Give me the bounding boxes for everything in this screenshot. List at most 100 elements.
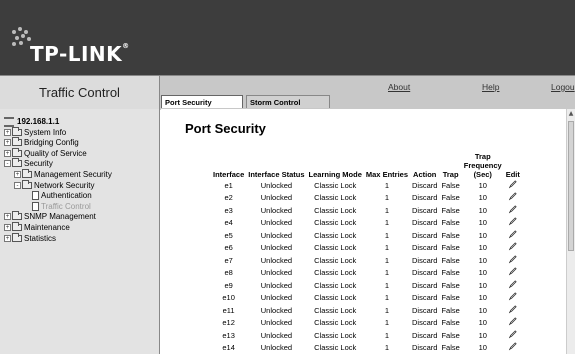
collapse-icon[interactable]: -: [4, 160, 11, 168]
table-cell: Classic Lock: [314, 330, 357, 340]
sidebar-item[interactable]: 192.168.1.1: [4, 116, 59, 127]
pencil-icon[interactable]: [508, 330, 517, 339]
table-cell: 1: [384, 280, 390, 290]
sidebar-item[interactable]: + System Info: [4, 126, 67, 138]
table-row: e3 Unlocked Classic Lock 1 Discard False 10: [211, 204, 522, 217]
edit-cell: [504, 179, 522, 192]
expand-icon[interactable]: +: [4, 128, 11, 136]
sidebar-item-label: Quality of Service: [24, 148, 87, 158]
scrollbar-thumb[interactable]: [568, 121, 574, 251]
pencil-icon[interactable]: [508, 255, 517, 264]
column-header: Trap: [442, 170, 459, 179]
table-cell: Unlocked: [260, 255, 293, 265]
pencil-icon[interactable]: [508, 342, 517, 351]
table-row: e8 Unlocked Classic Lock 1 Discard False 10: [211, 267, 522, 280]
table-cell: e9: [224, 280, 233, 290]
tab-port-security[interactable]: Port Security: [161, 95, 243, 108]
edit-cell: [504, 317, 522, 330]
pencil-icon[interactable]: [508, 292, 517, 301]
sidebar-item-label: Authentication: [41, 191, 92, 201]
folder-icon: [12, 137, 22, 147]
table-cell: Unlocked: [260, 343, 293, 353]
pencil-icon[interactable]: [508, 217, 517, 226]
table-cell: e5: [224, 230, 233, 240]
table-cell: Classic Lock: [314, 318, 357, 328]
expand-icon[interactable]: +: [4, 234, 11, 242]
expand-icon[interactable]: +: [4, 213, 11, 221]
sidebar-item[interactable]: - Network Security: [14, 179, 94, 191]
expand-icon[interactable]: +: [4, 149, 11, 157]
table-cell: Discard: [412, 293, 438, 303]
folder-icon: [12, 126, 22, 136]
edit-cell: [504, 267, 522, 280]
expand-icon[interactable]: +: [4, 139, 11, 147]
pencil-icon[interactable]: [508, 230, 517, 239]
pencil-icon[interactable]: [508, 317, 517, 326]
sidebar-item[interactable]: + Statistics: [4, 232, 56, 244]
column-header: Edit: [505, 170, 520, 179]
expand-icon[interactable]: +: [14, 171, 21, 178]
table-cell: 1: [384, 293, 390, 303]
table-cell: 10: [478, 243, 487, 253]
logout-link[interactable]: Logou: [551, 82, 575, 92]
table-row: e4 Unlocked Classic Lock 1 Discard False 10: [211, 217, 522, 230]
edit-cell: [504, 329, 522, 342]
help-link[interactable]: Help: [482, 82, 499, 92]
column-header: Action: [413, 170, 437, 179]
sidebar-item-label: System Info: [24, 127, 67, 137]
table-cell: Discard: [412, 205, 438, 215]
table-cell: Classic Lock: [314, 268, 357, 278]
edit-cell: [504, 204, 522, 217]
sidebar-item[interactable]: - Security: [4, 158, 53, 169]
sidebar-item[interactable]: + Maintenance: [4, 222, 70, 233]
about-link[interactable]: About: [388, 82, 410, 92]
table-cell: 10: [478, 218, 487, 228]
table-cell: False: [441, 205, 460, 215]
table-cell: 1: [384, 218, 390, 228]
folder-icon: [12, 147, 22, 157]
table-cell: e11: [222, 305, 235, 315]
table-cell: Unlocked: [260, 230, 293, 240]
table-cell: Unlocked: [260, 280, 293, 290]
tab-storm-control[interactable]: Storm Control: [246, 95, 330, 108]
table-cell: 10: [478, 193, 487, 203]
table-cell: False: [441, 230, 460, 240]
scroll-up-arrow-icon[interactable]: ▲: [568, 110, 574, 118]
pencil-icon[interactable]: [508, 280, 517, 289]
vertical-scrollbar[interactable]: ▲: [566, 109, 575, 354]
table-cell: e10: [222, 293, 235, 303]
table-cell: Discard: [412, 343, 438, 353]
table-cell: Unlocked: [260, 193, 293, 203]
sidebar-item-label: Traffic Control: [41, 201, 91, 211]
sidebar-item[interactable]: + SNMP Management: [4, 211, 96, 222]
sidebar-item[interactable]: + Bridging Config: [4, 137, 79, 148]
table-cell: False: [441, 268, 460, 278]
expand-icon[interactable]: +: [4, 224, 11, 231]
folder-icon: [12, 222, 22, 231]
table-cell: False: [441, 255, 460, 265]
table-cell: Classic Lock: [314, 255, 357, 265]
table-cell: Discard: [412, 255, 438, 265]
table-cell: 10: [478, 268, 487, 278]
sidebar-item[interactable]: Traffic Control: [24, 201, 91, 212]
pencil-icon[interactable]: [508, 267, 517, 276]
table-cell: e7: [224, 255, 233, 265]
table-cell: 10: [478, 293, 487, 303]
table-row: e12 Unlocked Classic Lock 1 Discard False 10: [211, 317, 522, 330]
pencil-icon[interactable]: [508, 205, 517, 214]
column-header: Trap Frequency (Sec): [463, 152, 502, 179]
main-content: Port Security Interface Interface Status L…: [161, 109, 566, 354]
sidebar-item[interactable]: + Management Security: [14, 169, 112, 180]
pencil-icon[interactable]: [508, 192, 517, 201]
pencil-icon[interactable]: [508, 242, 517, 251]
pencil-icon[interactable]: [508, 305, 517, 314]
table-cell: e4: [224, 218, 233, 228]
pencil-icon[interactable]: [508, 180, 517, 189]
table-cell: 1: [384, 255, 390, 265]
table-cell: False: [441, 243, 460, 253]
sidebar-item[interactable]: + Quality of Service: [4, 147, 87, 159]
collapse-icon[interactable]: -: [14, 181, 21, 189]
folder-icon: [22, 169, 32, 178]
table-cell: 1: [384, 230, 390, 240]
sidebar-item[interactable]: Authentication: [24, 190, 92, 201]
